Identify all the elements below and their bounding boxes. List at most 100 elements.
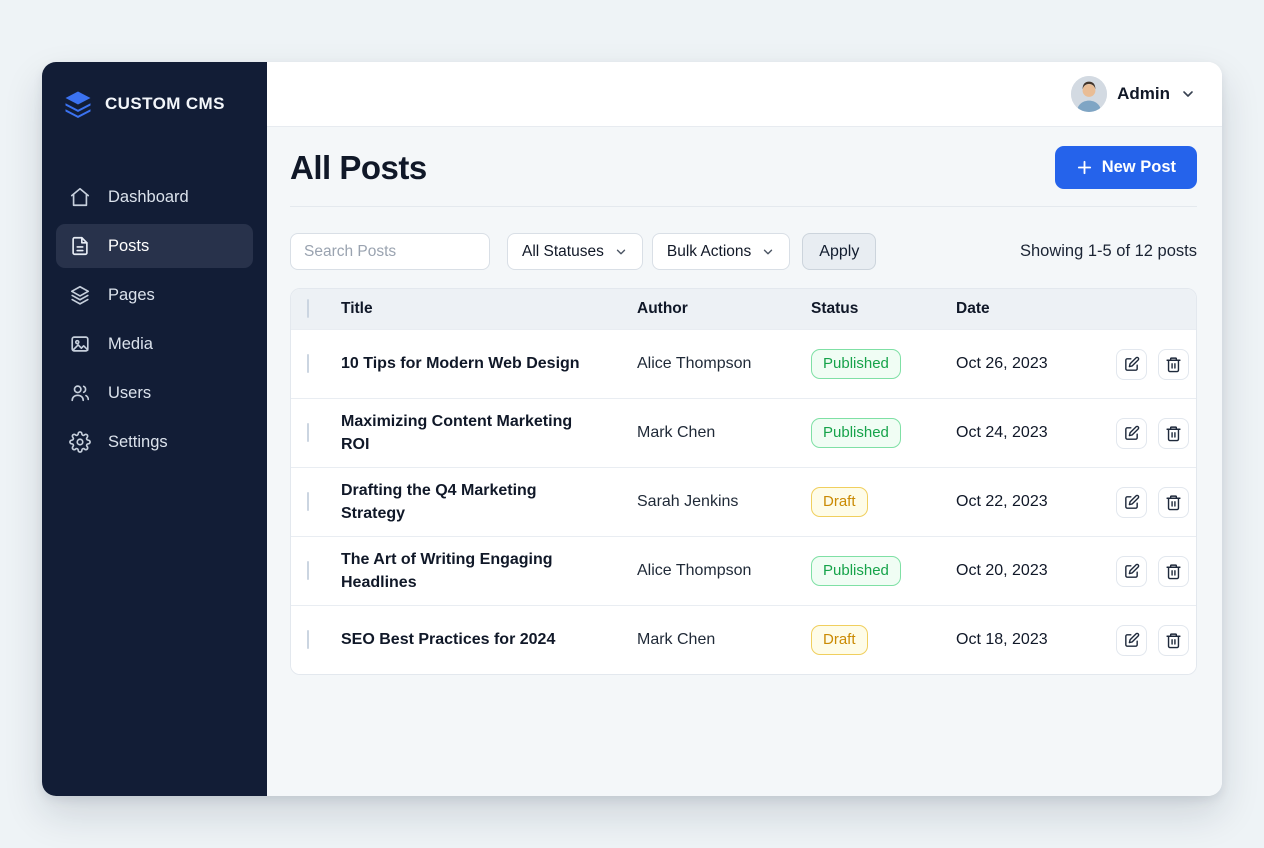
post-author: Mark Chen [637,424,811,442]
status-badge: Published [811,349,901,379]
delete-button[interactable] [1158,556,1189,587]
app-window: CUSTOM CMS Dashboard Posts Pages Media Users… [42,62,1222,796]
edit-button[interactable] [1116,625,1147,656]
sidebar-item-label: Users [108,384,151,403]
layers-icon [69,284,91,306]
post-author: Sarah Jenkins [637,493,811,511]
avatar [1071,76,1107,112]
row-checkbox[interactable] [307,423,309,442]
users-icon [69,382,91,404]
delete-button[interactable] [1158,349,1189,380]
status-badge: Draft [811,625,868,655]
trash-icon [1165,632,1182,649]
sidebar-item-label: Dashboard [108,188,189,207]
edit-icon [1123,425,1140,442]
plus-icon [1076,159,1093,176]
main-area: Admin All Posts New Post All Statuses [267,62,1222,796]
sidebar-item-settings[interactable]: Settings [56,420,253,464]
user-name: Admin [1117,84,1170,104]
bulk-actions-select[interactable]: Bulk Actions [652,233,790,270]
search-input[interactable] [290,233,490,270]
post-title: The Art of Writing Engaging Headlines [341,548,637,594]
brand-name: CUSTOM CMS [105,94,225,114]
post-title: SEO Best Practices for 2024 [341,628,637,651]
trash-icon [1165,425,1182,442]
trash-icon [1165,356,1182,373]
post-date: Oct 18, 2023 [956,631,1116,649]
edit-button[interactable] [1116,556,1147,587]
column-header-date: Date [956,300,1116,318]
chevron-down-icon [1180,86,1196,102]
row-actions [1116,556,1189,587]
filter-row: All Statuses Bulk Actions Apply Showing … [290,233,1197,270]
results-count: Showing 1-5 of 12 posts [1020,242,1197,261]
delete-button[interactable] [1158,625,1189,656]
post-date: Oct 20, 2023 [956,562,1116,580]
table-body: 10 Tips for Modern Web Design Alice Thom… [291,329,1196,674]
image-icon [69,333,91,355]
table-row: SEO Best Practices for 2024 Mark Chen Dr… [291,605,1196,674]
post-title: 10 Tips for Modern Web Design [341,352,637,375]
row-actions [1116,349,1189,380]
row-checkbox[interactable] [307,492,309,511]
delete-button[interactable] [1158,418,1189,449]
row-actions [1116,625,1189,656]
sidebar-item-dashboard[interactable]: Dashboard [56,175,253,219]
table-header-row: Title Author Status Date [291,289,1196,329]
edit-button[interactable] [1116,487,1147,518]
post-author: Alice Thompson [637,562,811,580]
sidebar-item-posts[interactable]: Posts [56,224,253,268]
edit-button[interactable] [1116,418,1147,449]
row-actions [1116,487,1189,518]
layers-logo-icon [63,89,93,119]
post-author: Mark Chen [637,631,811,649]
status-badge: Published [811,556,901,586]
status-filter-select[interactable]: All Statuses [507,233,643,270]
trash-icon [1165,494,1182,511]
user-menu[interactable]: Admin [1071,76,1196,112]
home-icon [69,186,91,208]
edit-icon [1123,632,1140,649]
delete-button[interactable] [1158,487,1189,518]
sidebar-item-users[interactable]: Users [56,371,253,415]
apply-button[interactable]: Apply [802,233,876,270]
post-date: Oct 22, 2023 [956,493,1116,511]
edit-icon [1123,494,1140,511]
edit-icon [1123,563,1140,580]
row-checkbox[interactable] [307,630,309,649]
row-actions [1116,418,1189,449]
sidebar: CUSTOM CMS Dashboard Posts Pages Media Users… [42,62,267,796]
brand: CUSTOM CMS [42,62,267,119]
table-row: Drafting the Q4 Marketing Strategy Sarah… [291,467,1196,536]
new-post-label: New Post [1102,158,1176,177]
status-filter-value: All Statuses [522,243,604,261]
edit-button[interactable] [1116,349,1147,380]
sidebar-item-pages[interactable]: Pages [56,273,253,317]
edit-icon [1123,356,1140,373]
column-header-author: Author [637,300,811,318]
post-date: Oct 24, 2023 [956,424,1116,442]
sidebar-item-label: Pages [108,286,155,305]
file-text-icon [69,235,91,257]
row-checkbox[interactable] [307,354,309,373]
sidebar-item-media[interactable]: Media [56,322,253,366]
table-row: 10 Tips for Modern Web Design Alice Thom… [291,329,1196,398]
sidebar-nav: Dashboard Posts Pages Media Users Settings [42,175,267,464]
status-badge: Published [811,418,901,448]
bulk-actions-value: Bulk Actions [667,243,751,261]
chevron-down-icon [761,245,775,259]
sidebar-item-label: Settings [108,433,168,452]
gear-icon [69,431,91,453]
posts-table: Title Author Status Date 10 Tips for Mod… [290,288,1197,675]
table-row: Maximizing Content Marketing ROI Mark Ch… [291,398,1196,467]
select-all-checkbox[interactable] [307,299,309,318]
post-date: Oct 26, 2023 [956,355,1116,373]
sidebar-item-label: Media [108,335,153,354]
column-header-title: Title [341,300,637,318]
post-title: Maximizing Content Marketing ROI [341,410,637,456]
post-title: Drafting the Q4 Marketing Strategy [341,479,637,525]
new-post-button[interactable]: New Post [1055,146,1197,189]
topbar: Admin [267,62,1222,127]
status-badge: Draft [811,487,868,517]
row-checkbox[interactable] [307,561,309,580]
